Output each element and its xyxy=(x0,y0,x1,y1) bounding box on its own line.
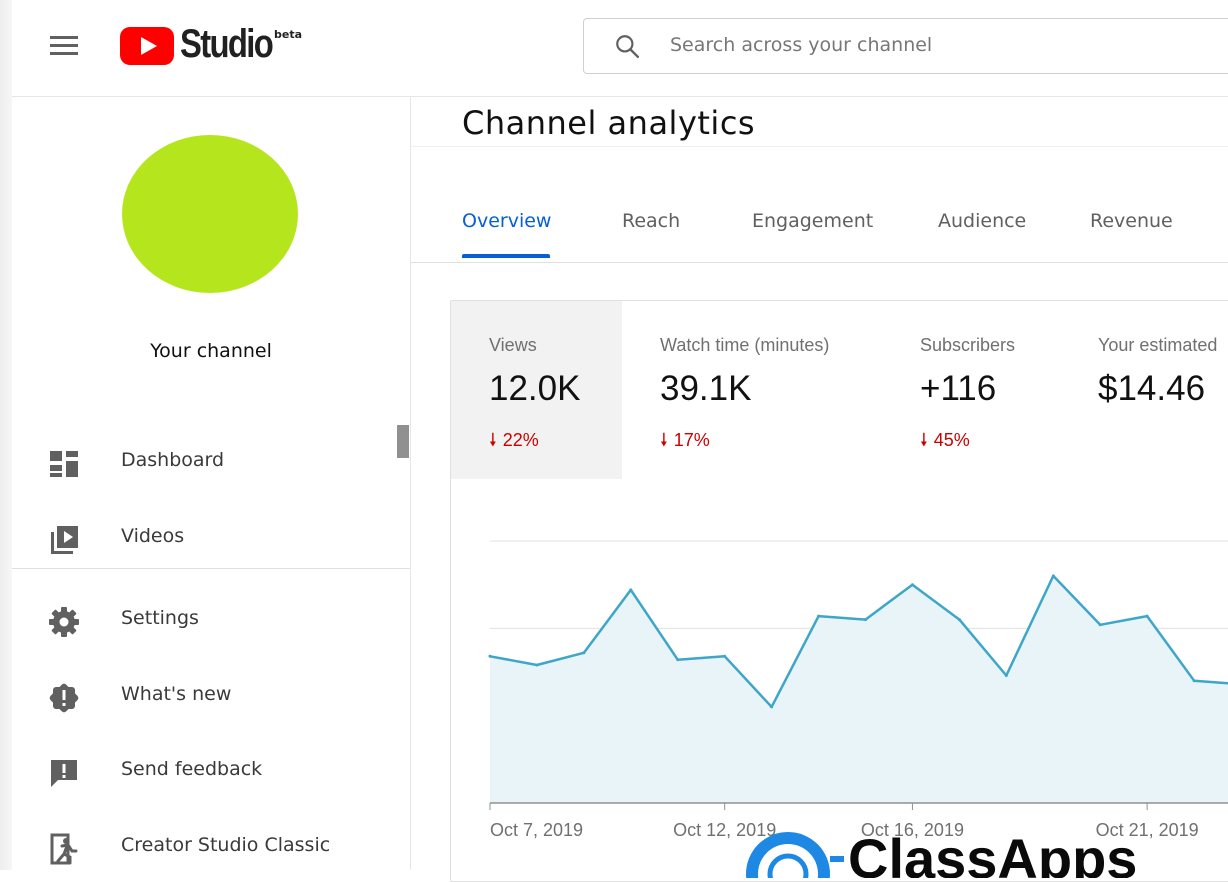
chart-point xyxy=(535,663,539,667)
sidebar-item-send-feedback[interactable]: Send feedback xyxy=(12,742,410,802)
sidebar-item-label: Dashboard xyxy=(121,449,225,471)
sidebar-item-videos[interactable]: Videos xyxy=(12,509,410,569)
sidebar-divider xyxy=(12,568,410,569)
title-divider xyxy=(411,146,1228,147)
chart-point xyxy=(1145,614,1149,618)
analytics-card: Views 12.0K 🠗 22% Watch time (minutes) 39… xyxy=(450,300,1228,882)
search-icon[interactable] xyxy=(614,33,640,59)
hamburger-menu-icon[interactable] xyxy=(50,32,80,60)
gear-icon xyxy=(49,607,79,637)
sidebar-item-settings[interactable]: Settings xyxy=(12,591,410,651)
sidebar-item-label: Videos xyxy=(121,525,185,547)
tab-audience[interactable]: Audience xyxy=(938,210,1026,232)
watermark-text: ClassApps xyxy=(848,827,1138,878)
sidebar-item-label: Creator Studio Classic xyxy=(121,834,331,856)
chart-point xyxy=(676,658,680,662)
sidebar-item-creator-studio-classic[interactable]: Creator Studio Classic xyxy=(12,818,410,878)
top-bar: Studio beta xyxy=(12,0,1228,97)
chart-point xyxy=(1098,623,1102,627)
sidebar-item-dashboard[interactable]: Dashboard xyxy=(12,433,410,493)
chart-area-fill xyxy=(490,575,1228,803)
youtube-play-icon xyxy=(120,27,174,65)
feedback-icon xyxy=(51,760,77,787)
sidebar-item-label: Settings xyxy=(121,607,199,629)
chart-point xyxy=(629,588,633,592)
chart-point xyxy=(770,705,774,709)
sidebar-item-whats-new[interactable]: What's new xyxy=(12,667,410,727)
tab-revenue[interactable]: Revenue xyxy=(1090,210,1173,232)
beta-badge: beta xyxy=(274,28,303,41)
chart-point xyxy=(1051,574,1055,578)
alert-badge-icon xyxy=(49,683,79,713)
chart-point xyxy=(817,614,821,618)
tab-reach[interactable]: Reach xyxy=(622,210,680,232)
chart-point xyxy=(864,618,867,622)
channel-label[interactable]: Your channel xyxy=(12,340,410,362)
chart-point xyxy=(1004,674,1008,677)
tab-engagement[interactable]: Engagement xyxy=(752,210,873,232)
dashboard-icon xyxy=(50,451,78,477)
sidebar-item-label: What's new xyxy=(121,683,232,705)
tab-overview[interactable]: Overview xyxy=(462,210,551,232)
sidebar-item-label: Send feedback xyxy=(121,758,263,780)
chart-point xyxy=(723,654,727,658)
chart-point xyxy=(957,618,961,622)
exit-icon xyxy=(50,833,78,865)
views-chart[interactable]: Oct 7, 2019 Oct 12, 2019 Oct 16, 2019 Oct 2… xyxy=(451,301,1228,881)
chart-point xyxy=(1192,679,1196,683)
sidebar: Your channel Dashboard Videos Settings W… xyxy=(12,97,411,870)
active-tab-indicator xyxy=(462,254,550,258)
chart-point xyxy=(582,651,586,655)
logo-text: Studio xyxy=(180,22,274,66)
chart-tick-label: Oct 7, 2019 xyxy=(490,820,583,840)
chart-point xyxy=(488,654,492,658)
analytics-tabs: Overview Reach Engagement Audience Reven… xyxy=(411,180,1228,263)
window-edge xyxy=(0,0,12,870)
search-box[interactable] xyxy=(583,18,1228,74)
chart-point xyxy=(910,583,914,587)
search-input[interactable] xyxy=(670,27,1228,63)
watermark: ClassApps xyxy=(730,818,1228,878)
page-title: Channel analytics xyxy=(462,104,756,142)
channel-avatar[interactable] xyxy=(122,135,298,293)
watermark-logo-icon xyxy=(746,832,844,878)
videos-icon xyxy=(51,526,78,554)
